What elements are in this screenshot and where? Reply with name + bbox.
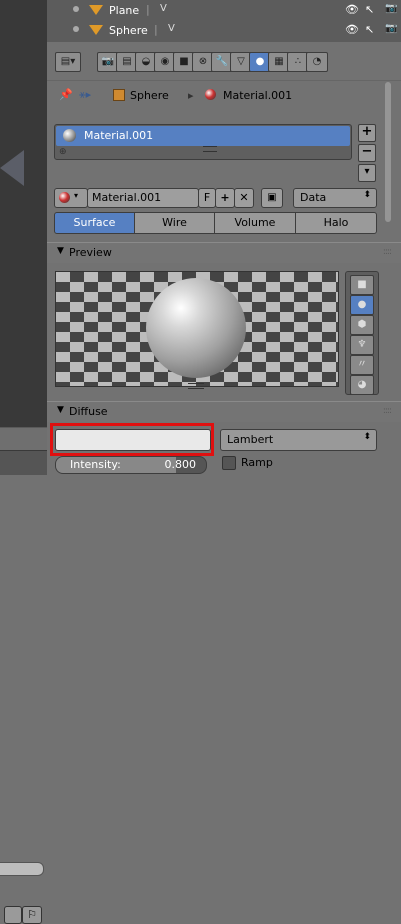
separator: | bbox=[146, 3, 150, 16]
preview-cube-button[interactable]: ⬢ bbox=[350, 315, 374, 335]
tab-surface[interactable]: Surface bbox=[54, 212, 135, 234]
mesh-data-icon[interactable]: V bbox=[160, 3, 167, 14]
preview-monkey-button[interactable]: ♆ bbox=[350, 335, 374, 355]
outliner-row-sphere[interactable]: Sphere | V 👁 ↖ 📷 bbox=[47, 21, 401, 40]
editor-type-button[interactable]: ⚐ bbox=[22, 906, 42, 924]
tab-halo[interactable]: Halo bbox=[295, 212, 377, 234]
properties-editor: ▤▾ 📷 ▤ ◒ ◉ ■ ⊗ 🔧 ▽ ● ▦ ∴ ◔ 📌 ⚹▸ Sphere ▸ Material.0… bbox=[47, 42, 401, 475]
diffuse-panel-header[interactable]: ▼ Diffuse :::: bbox=[47, 401, 401, 422]
preview-sphere-button[interactable]: ● bbox=[350, 295, 374, 315]
ramp-checkbox[interactable] bbox=[222, 456, 236, 470]
tab-volume[interactable]: Volume bbox=[214, 212, 296, 234]
object-cube-icon bbox=[113, 89, 125, 101]
viewport-object bbox=[0, 150, 24, 186]
render-camera-icon[interactable]: 📷 bbox=[385, 23, 397, 34]
3d-viewport[interactable]: ⚐ bbox=[0, 0, 47, 924]
panel-title: Preview bbox=[69, 246, 112, 259]
chevron-updown-icon: ⬍ bbox=[363, 190, 371, 200]
render-camera-icon[interactable]: 📷 bbox=[385, 3, 397, 14]
tab-physics-icon[interactable]: ◔ bbox=[306, 52, 328, 72]
intensity-slider[interactable]: Intensity: 0.800 bbox=[55, 456, 207, 474]
material-preview bbox=[55, 271, 339, 387]
breadcrumb-material: Material.001 bbox=[223, 89, 293, 102]
link-select[interactable]: Data ⬍ bbox=[293, 188, 377, 208]
breadcrumb: 📌 ⚹▸ Sphere ▸ Material.001 bbox=[55, 88, 375, 106]
diffuse-shader-select[interactable]: Lambert ⬍ bbox=[220, 429, 377, 451]
editor-menu-button[interactable]: ▤▾ bbox=[55, 52, 81, 72]
separator: | bbox=[154, 23, 158, 36]
intensity-value: 0.800 bbox=[164, 458, 197, 471]
tab-wire[interactable]: Wire bbox=[134, 212, 215, 234]
list-resize-handle[interactable] bbox=[203, 146, 217, 152]
mesh-data-icon[interactable]: V bbox=[168, 23, 175, 34]
viewport-field[interactable] bbox=[0, 862, 44, 876]
new-material-button[interactable]: + bbox=[215, 188, 235, 208]
outliner-item-label: Plane bbox=[109, 4, 140, 17]
shader-select-value: Lambert bbox=[227, 433, 274, 446]
intensity-label: Intensity: bbox=[70, 458, 121, 471]
pin-icon[interactable]: 📌 bbox=[59, 88, 73, 101]
node-tree-button[interactable]: ▣ bbox=[261, 188, 283, 208]
remove-slot-button[interactable]: − bbox=[358, 144, 376, 162]
tree-dot-icon bbox=[73, 6, 79, 12]
material-icon bbox=[59, 192, 70, 203]
context-tab-bar: ▤▾ 📷 ▤ ◒ ◉ ■ ⊗ 🔧 ▽ ● ▦ ∴ ◔ bbox=[47, 42, 401, 81]
list-filter-icon[interactable]: ⊕ bbox=[59, 147, 67, 157]
collapse-arrow-icon: ▼ bbox=[57, 246, 64, 256]
list-item[interactable]: Material.001 bbox=[56, 126, 350, 146]
chevron-updown-icon: ⬍ bbox=[363, 432, 371, 442]
material-datablock: ▾ Material.001 F + ✕ ▣ bbox=[54, 188, 286, 208]
panel-title: Diffuse bbox=[69, 405, 108, 418]
tree-dot-icon bbox=[73, 26, 79, 32]
material-preview-icon bbox=[63, 129, 76, 142]
preview-hair-button[interactable]: 〃 bbox=[350, 355, 374, 375]
highlight-box bbox=[50, 423, 214, 456]
preview-panel-header[interactable]: ▼ Preview :::: bbox=[47, 242, 401, 263]
unlink-material-button[interactable]: ✕ bbox=[234, 188, 254, 208]
outliner: Plane | V 👁 ↖ 📷 Sphere | V 👁 ↖ 📷 bbox=[47, 0, 401, 42]
mode-button[interactable] bbox=[4, 906, 22, 924]
scene-icon: ⚹▸ bbox=[79, 88, 92, 101]
ramp-label: Ramp bbox=[241, 456, 273, 469]
slot-specials-button[interactable]: ▾ bbox=[358, 164, 376, 182]
preview-flat-button[interactable]: ■ bbox=[350, 275, 374, 295]
fake-user-button[interactable]: F bbox=[198, 188, 216, 208]
breadcrumb-object: Sphere bbox=[130, 89, 169, 102]
drag-grip-icon[interactable]: :::: bbox=[383, 406, 392, 416]
preview-sky-button[interactable]: ◕ bbox=[350, 375, 374, 395]
chevron-down-icon: ▾ bbox=[74, 191, 79, 200]
material-icon bbox=[205, 89, 216, 100]
scrollbar[interactable] bbox=[385, 82, 391, 222]
selectable-cursor-icon[interactable]: ↖ bbox=[365, 3, 374, 16]
viewport-header bbox=[0, 427, 47, 876]
breadcrumb-separator-icon: ▸ bbox=[188, 89, 194, 102]
material-name-text: Material.001 bbox=[92, 191, 162, 204]
material-name-field[interactable]: Material.001 bbox=[87, 188, 199, 208]
outliner-row-plane[interactable]: Plane | V 👁 ↖ 📷 bbox=[47, 1, 401, 20]
object-icon bbox=[89, 5, 103, 15]
viewport-footer: ⚐ bbox=[0, 451, 47, 924]
material-slot-list[interactable]: Material.001 ⊕ bbox=[54, 124, 352, 160]
preview-resize-handle[interactable] bbox=[188, 383, 204, 389]
drag-grip-icon[interactable]: :::: bbox=[383, 247, 392, 257]
collapse-arrow-icon: ▼ bbox=[57, 405, 64, 415]
selectable-cursor-icon[interactable]: ↖ bbox=[365, 23, 374, 36]
outliner-item-label: Sphere bbox=[109, 24, 148, 37]
preview-sphere bbox=[146, 278, 246, 378]
object-icon bbox=[89, 25, 103, 35]
add-slot-button[interactable]: + bbox=[358, 124, 376, 142]
preview-type-buttons: ■ ● ⬢ ♆ 〃 ◕ bbox=[345, 271, 379, 395]
slot-name: Material.001 bbox=[84, 129, 154, 142]
link-select-value: Data bbox=[300, 191, 327, 204]
visibility-eye-icon[interactable]: 👁 bbox=[345, 23, 359, 36]
visibility-eye-icon[interactable]: 👁 bbox=[345, 3, 359, 16]
browse-material-button[interactable]: ▾ bbox=[54, 188, 88, 208]
